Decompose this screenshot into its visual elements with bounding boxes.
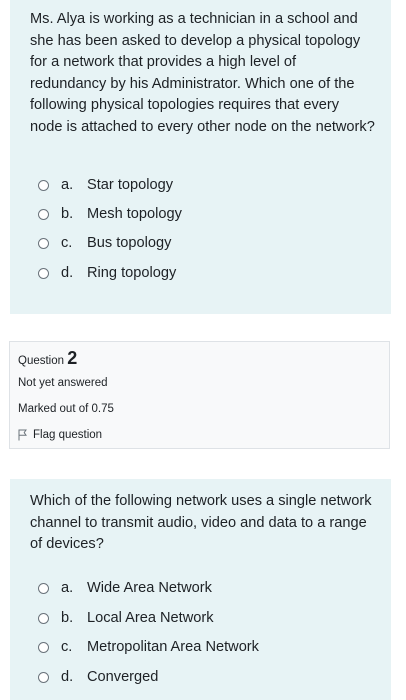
option-letter: a. xyxy=(61,580,74,596)
radio-button[interactable] xyxy=(38,179,49,191)
option-letter: c. xyxy=(61,639,73,655)
radio-button[interactable] xyxy=(38,237,49,249)
answer-status: Not yet answered xyxy=(18,377,108,389)
flag-question-link[interactable]: Flag question xyxy=(18,429,102,441)
option-label: Wide Area Network xyxy=(87,580,212,596)
q2-option-b[interactable]: b. Local Area Network xyxy=(38,607,214,629)
radio-button[interactable] xyxy=(38,671,49,683)
q1-option-b[interactable]: b. Mesh topology xyxy=(38,203,182,225)
q1-option-c[interactable]: c. Bus topology xyxy=(38,232,171,254)
radio-button[interactable] xyxy=(38,267,49,279)
option-label: Mesh topology xyxy=(87,206,182,222)
flag-outline-icon xyxy=(18,429,27,441)
radio-button[interactable] xyxy=(38,582,49,594)
option-label: Local Area Network xyxy=(87,610,214,626)
question-2-text: Which of the following network uses a si… xyxy=(30,493,372,553)
option-label: Converged xyxy=(87,669,159,685)
marks-info: Marked out of 0.75 xyxy=(18,403,114,415)
q2-option-a[interactable]: a. Wide Area Network xyxy=(38,577,212,599)
option-letter: a. xyxy=(61,177,74,193)
option-label: Star topology xyxy=(87,177,173,193)
option-letter: c. xyxy=(61,235,73,251)
question-1-panel: Ms. Alya is working as a technician in a… xyxy=(10,0,391,314)
q2-option-d[interactable]: d. Converged xyxy=(38,666,158,688)
option-label: Metropolitan Area Network xyxy=(87,639,259,655)
option-letter: b. xyxy=(61,206,74,222)
radio-button[interactable] xyxy=(38,641,49,653)
radio-button[interactable] xyxy=(38,612,49,624)
flag-question-label: Flag question xyxy=(33,429,103,441)
radio-button[interactable] xyxy=(38,208,49,220)
option-label: Ring topology xyxy=(87,265,177,281)
option-letter: d. xyxy=(61,669,74,685)
option-label: Bus topology xyxy=(87,235,172,251)
q1-option-d[interactable]: d. Ring topology xyxy=(38,262,176,284)
question-1-text: Ms. Alya is working as a technician in a… xyxy=(30,11,375,135)
question-number: 2 xyxy=(67,348,78,368)
question-2-panel: Which of the following network uses a si… xyxy=(10,479,391,700)
option-letter: d. xyxy=(61,265,74,281)
q1-option-a[interactable]: a. Star topology xyxy=(38,174,173,196)
option-letter: b. xyxy=(61,610,74,626)
q2-option-c[interactable]: c. Metropolitan Area Network xyxy=(38,636,259,658)
question-2-info: Question 2 Not yet answered Marked out o… xyxy=(9,341,390,449)
question-number-heading: Question 2 xyxy=(18,348,77,369)
question-label: Question xyxy=(18,355,65,367)
